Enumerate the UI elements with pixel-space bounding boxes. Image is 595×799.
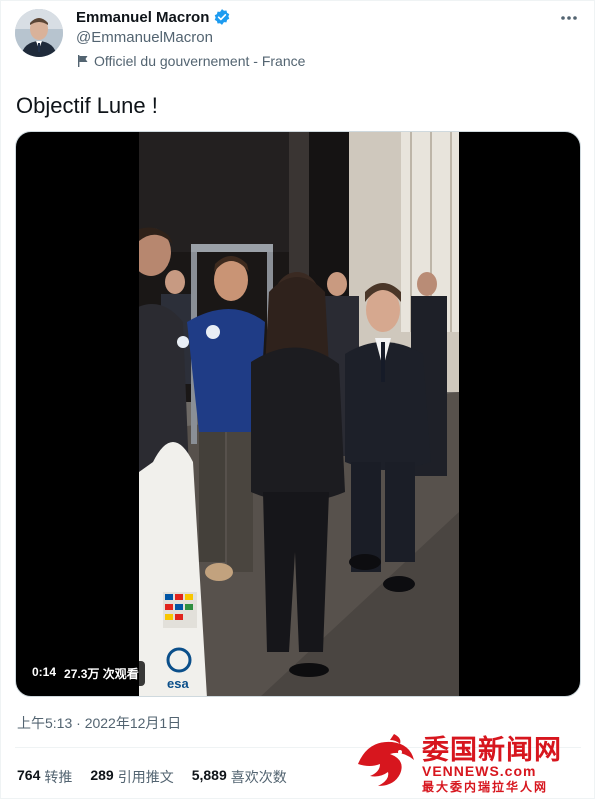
- watermark-subtitle: 最大委内瑞拉华人网: [422, 780, 549, 794]
- site-watermark: 委国新闻网 VENNEWS.com 最大委内瑞拉华人网: [350, 728, 590, 794]
- video-frame: esa: [139, 132, 459, 696]
- government-label-text: Officiel du gouvernement - France: [94, 53, 306, 69]
- esa-rocket-logo: esa: [167, 676, 189, 691]
- retweet-count[interactable]: 764 转推: [17, 767, 72, 787]
- watermark-chinese-title: 委国新闻网: [422, 735, 562, 766]
- video-views: 27.3万 次观看: [64, 667, 139, 681]
- like-count-label: 喜欢次数: [230, 769, 287, 785]
- like-count[interactable]: 5,889 喜欢次数: [192, 767, 287, 787]
- quote-tweet-count-label: 引用推文: [117, 769, 174, 785]
- quote-tweet-count-value: 289: [90, 767, 114, 783]
- avatar[interactable]: [15, 9, 63, 57]
- watermark-domain: VENNEWS.com: [422, 763, 537, 779]
- video-still-image: esa: [139, 132, 459, 696]
- video-duration: 0:14: [32, 665, 57, 679]
- author-name-row[interactable]: Emmanuel Macron: [76, 8, 231, 26]
- more-dots-icon: [561, 16, 577, 20]
- verified-badge-icon: [213, 8, 231, 26]
- flag-icon: [76, 54, 90, 68]
- government-label: Officiel du gouvernement - France: [76, 53, 305, 69]
- engagement-stats: 764 转推 289 引用推文 5,889 喜欢次数: [17, 767, 287, 787]
- tweet-text: Objectif Lune !: [16, 93, 158, 118]
- author-name[interactable]: Emmanuel Macron: [76, 9, 209, 26]
- video-info-badge: 0:14 27.3万 次观看: [26, 661, 145, 686]
- quote-tweet-count[interactable]: 289 引用推文: [90, 767, 173, 787]
- dragon-logo-icon: [358, 734, 414, 786]
- more-options-button[interactable]: [556, 7, 582, 29]
- tweet-timestamp[interactable]: 上午5:13 · 2022年12月1日: [17, 713, 181, 733]
- retweet-count-value: 764: [17, 767, 41, 783]
- retweet-count-label: 转推: [44, 769, 73, 785]
- tweet-card: Emmanuel Macron @EmmanuelMacron Officiel…: [0, 0, 595, 799]
- video-player[interactable]: esa 0:14 27.3万 次观看: [15, 131, 581, 697]
- author-handle[interactable]: @EmmanuelMacron: [76, 29, 213, 46]
- like-count-value: 5,889: [191, 767, 227, 783]
